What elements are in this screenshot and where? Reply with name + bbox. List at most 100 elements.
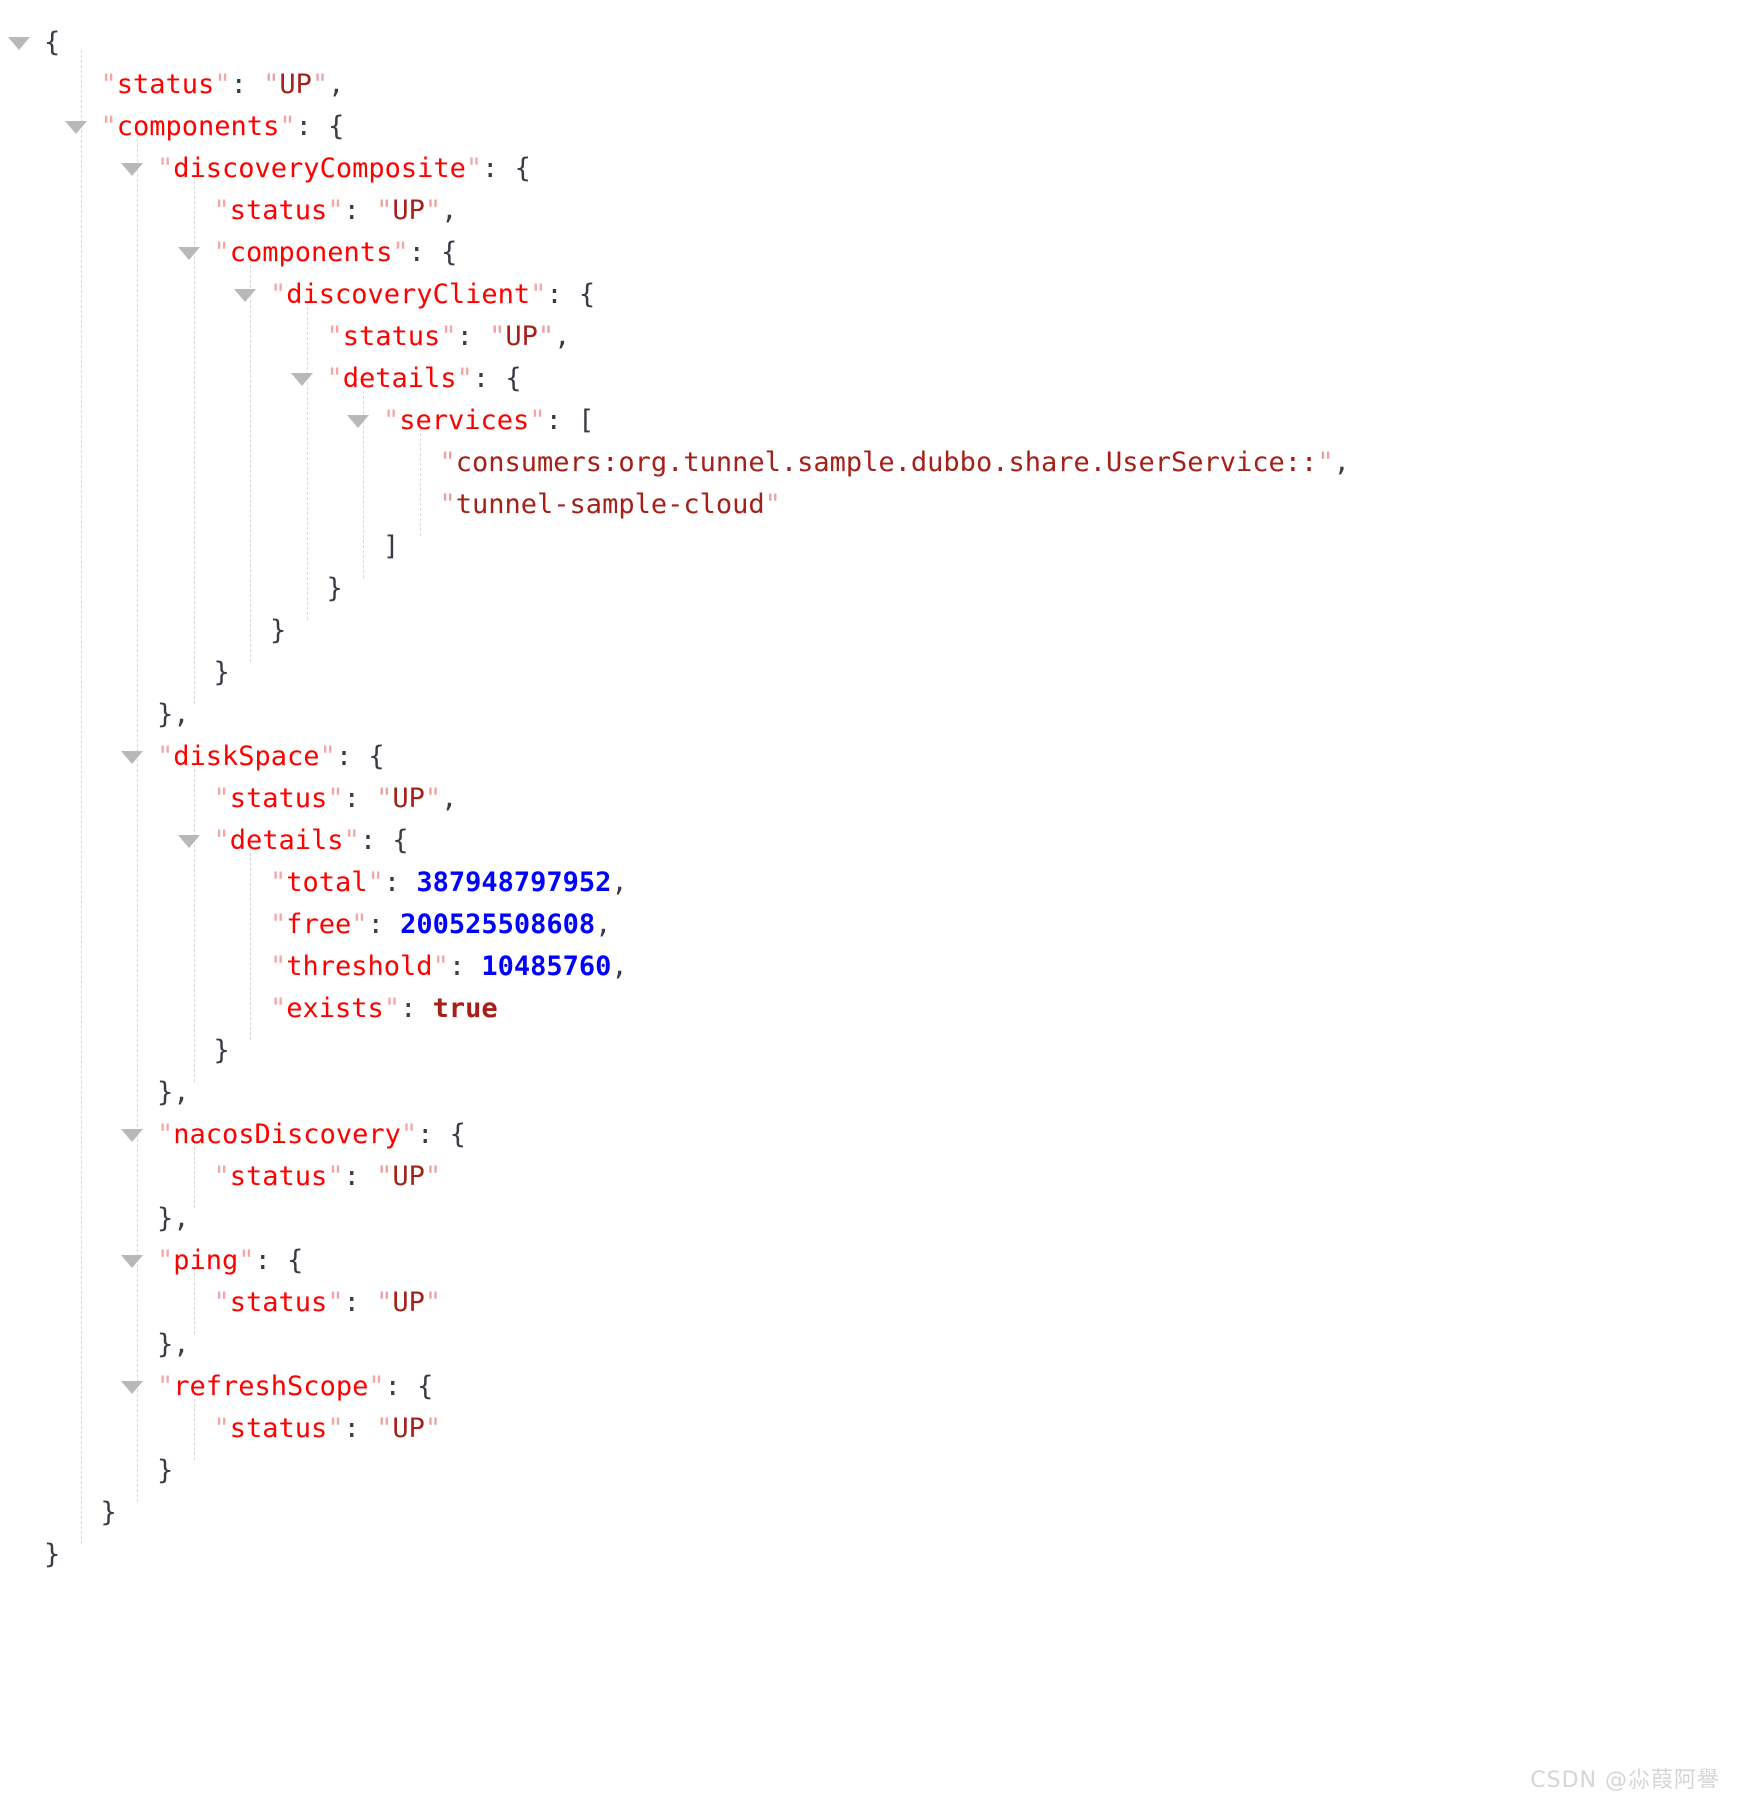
- json-quote: ": [270, 993, 287, 1024]
- json-punctuation: {: [44, 27, 61, 58]
- json-quote: ": [157, 741, 174, 772]
- json-quote: ": [376, 1413, 393, 1444]
- json-punctuation: :: [343, 783, 377, 814]
- json-line-content: },: [157, 1324, 190, 1366]
- collapse-triangle-icon[interactable]: [8, 37, 30, 50]
- json-quote: ": [157, 1119, 174, 1150]
- collapse-triangle-icon[interactable]: [121, 1255, 143, 1268]
- json-line-content: "free": 200525508608,: [270, 904, 611, 946]
- collapse-triangle-icon[interactable]: [234, 289, 256, 302]
- json-punctuation: : {: [295, 111, 345, 142]
- json-line-content: ]: [383, 526, 399, 568]
- json-quote: ": [263, 69, 280, 100]
- collapse-triangle-icon[interactable]: [121, 1381, 143, 1394]
- json-line: "diskSpace": {: [0, 736, 1740, 778]
- json-punctuation: ]: [383, 531, 400, 562]
- json-punctuation: : {: [417, 1119, 466, 1150]
- json-line-content: "threshold": 10485760,: [270, 946, 628, 988]
- collapse-triangle-icon[interactable]: [177, 247, 200, 260]
- json-quote: ": [270, 279, 287, 310]
- json-quote: ": [327, 195, 344, 226]
- json-tree-viewer[interactable]: {"status": "UP", "components": {"discover…: [0, 0, 1740, 1570]
- json-quote: ": [213, 1161, 230, 1192]
- json-key: status: [116, 69, 215, 100]
- json-quote: ": [764, 489, 781, 520]
- json-number-value: 387948797952: [416, 867, 612, 898]
- json-quote: ": [392, 237, 409, 268]
- json-key: components: [229, 237, 393, 268]
- json-key: status: [229, 195, 328, 226]
- json-line: }: [0, 1492, 1740, 1534]
- json-quote: ": [157, 153, 174, 184]
- json-line-content: "status": "UP": [214, 1282, 442, 1324]
- json-line: "discoveryClient": {: [0, 274, 1740, 316]
- json-quote: ": [424, 1287, 442, 1318]
- json-quote: ": [100, 69, 117, 100]
- json-line-content: "services": [: [383, 400, 594, 442]
- json-line-content: "discoveryClient": {: [270, 274, 595, 316]
- json-line: "status": "UP": [0, 1408, 1740, 1450]
- json-quote: ": [270, 909, 287, 940]
- json-quote: ": [279, 111, 296, 142]
- json-quote: ": [326, 321, 343, 352]
- json-line-content: },: [157, 694, 190, 736]
- json-punctuation: },: [157, 1203, 190, 1234]
- json-punctuation: ,: [441, 783, 458, 814]
- json-quote: ": [326, 363, 343, 394]
- json-line: "refreshScope": {: [0, 1366, 1740, 1408]
- json-quote: ": [213, 195, 230, 226]
- json-quote: ": [439, 489, 456, 520]
- json-line: "components": {: [0, 106, 1740, 148]
- json-line-content: "status": "UP": [214, 1408, 442, 1450]
- json-punctuation: : {: [482, 153, 531, 184]
- json-line: "details": {: [0, 820, 1740, 862]
- csdn-watermark: CSDN @尛葭阿譽: [1530, 1768, 1720, 1793]
- json-punctuation: : {: [546, 279, 596, 310]
- json-quote: ": [1317, 447, 1334, 478]
- json-line: ]: [0, 526, 1740, 568]
- collapse-triangle-icon[interactable]: [64, 121, 87, 134]
- json-line-content: "components": {: [214, 232, 458, 274]
- json-quote: ": [351, 909, 368, 940]
- json-line: "free": 200525508608,: [0, 904, 1740, 946]
- json-line-content: }: [214, 1030, 230, 1072]
- json-key: components: [116, 111, 280, 142]
- json-line-content: }: [270, 610, 286, 652]
- json-line: }: [0, 1030, 1740, 1072]
- json-key: nacosDiscovery: [173, 1119, 401, 1150]
- collapse-triangle-icon[interactable]: [121, 751, 143, 764]
- json-punctuation: ,: [611, 867, 628, 898]
- json-key: status: [229, 1161, 328, 1192]
- json-line: "status": "UP": [0, 1156, 1740, 1198]
- json-punctuation: }: [44, 1539, 61, 1570]
- json-line: "total": 387948797952,: [0, 862, 1740, 904]
- json-quote: ": [368, 1371, 385, 1402]
- collapse-triangle-icon[interactable]: [290, 373, 313, 386]
- json-string-value: UP: [279, 69, 312, 100]
- json-punctuation: :: [343, 1413, 377, 1444]
- json-quote: ": [529, 405, 546, 436]
- json-line-content: },: [157, 1072, 190, 1114]
- collapse-triangle-icon[interactable]: [347, 415, 369, 428]
- json-quote: ": [100, 111, 117, 142]
- json-quote: ": [424, 195, 442, 226]
- json-line-content: "status": "UP",: [214, 778, 458, 820]
- json-punctuation: : [: [545, 405, 595, 436]
- json-quote: ": [213, 783, 230, 814]
- json-key: total: [286, 867, 368, 898]
- json-key: discoveryClient: [286, 279, 531, 310]
- json-punctuation: }: [213, 1035, 230, 1066]
- json-quote: ": [376, 195, 393, 226]
- json-line: "nacosDiscovery": {: [0, 1114, 1740, 1156]
- json-line-content: "consumers:org.tunnel.sample.dubbo.share…: [440, 442, 1350, 484]
- collapse-triangle-icon[interactable]: [177, 835, 200, 848]
- collapse-triangle-icon[interactable]: [121, 163, 143, 176]
- collapse-triangle-icon[interactable]: [121, 1129, 143, 1142]
- json-quote: ": [213, 825, 230, 856]
- json-line-content: "status": "UP",: [327, 316, 571, 358]
- json-punctuation: },: [157, 1329, 190, 1360]
- json-line-content: "refreshScope": {: [157, 1366, 433, 1408]
- json-quote: ": [213, 1287, 230, 1318]
- json-line: }: [0, 1534, 1740, 1576]
- json-string-value: UP: [392, 1287, 425, 1318]
